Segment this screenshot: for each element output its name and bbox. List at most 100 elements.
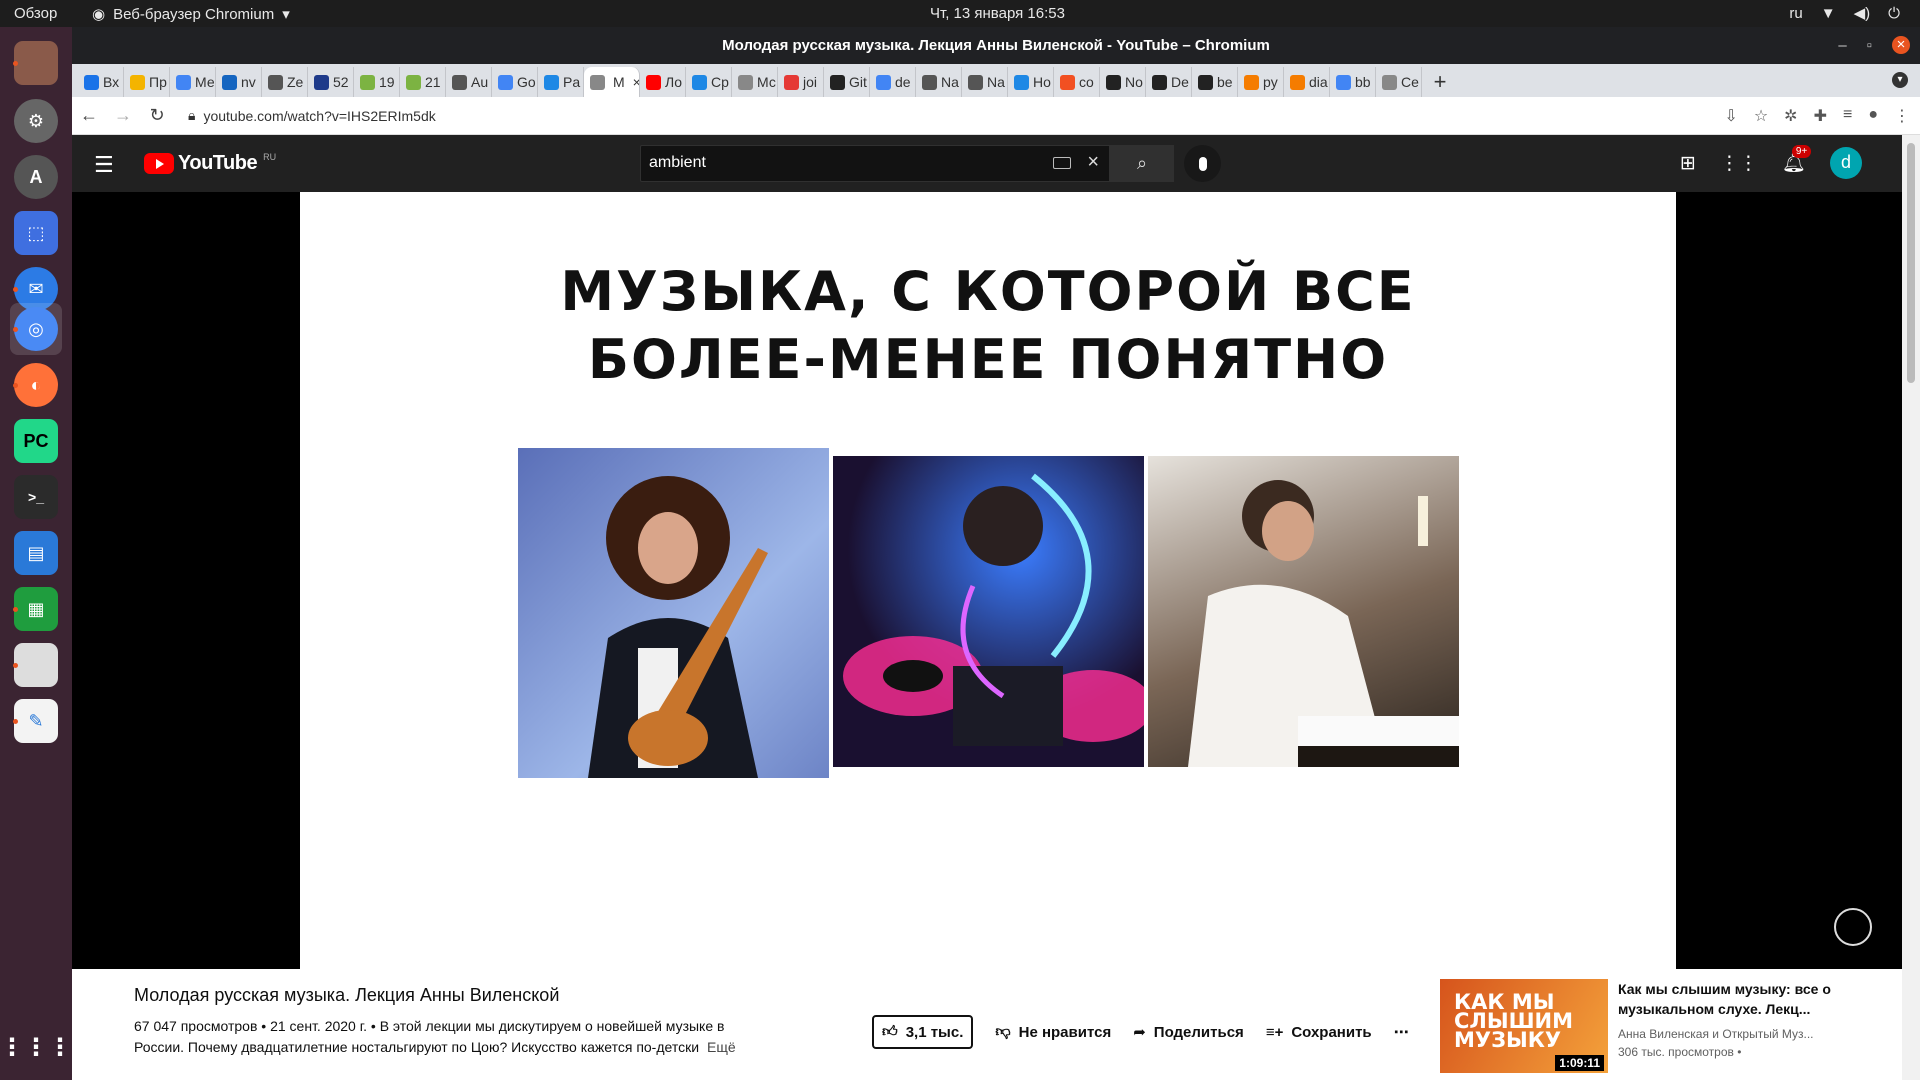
tab-11[interactable]: М× [584, 67, 640, 97]
tab-1[interactable]: Пр [124, 67, 170, 97]
menu-icon[interactable]: ⋮ [1894, 106, 1910, 126]
recommended-thumbnail[interactable]: КАК МЫ СЛЫШИМ МУЗЫКУ 1:09:11 [1440, 979, 1608, 1073]
clear-search-icon[interactable]: × [1087, 151, 1099, 174]
omnibox[interactable]: 🔒︎ youtube.com/watch?v=IHS2ERIm5dk [188, 107, 436, 124]
apps-grid-icon[interactable]: ⋮⋮ [1720, 152, 1758, 175]
voice-search-button[interactable] [1184, 145, 1221, 182]
dock-text-editor[interactable]: ✎ [10, 695, 62, 747]
tab-label: Go [517, 74, 536, 90]
video-player[interactable]: МУЗЫКА, С КОТОРОЙ ВСЕ БОЛЕЕ-МЕНЕЕ ПОНЯТН… [72, 192, 1902, 969]
tab-3[interactable]: nv [216, 67, 262, 97]
tab-22[interactable]: No [1100, 67, 1146, 97]
tab-17[interactable]: de [870, 67, 916, 97]
activities-button[interactable]: Обзор [14, 5, 57, 22]
tab-26[interactable]: dia [1284, 67, 1330, 97]
new-tab-button[interactable]: + [1422, 67, 1458, 97]
dock-settings[interactable]: ⚙ [10, 95, 62, 147]
wifi-icon: ▼ [1820, 4, 1836, 22]
dock-chromium[interactable]: ◎ [10, 303, 62, 355]
tab-13[interactable]: Ср [686, 67, 732, 97]
recommended-title[interactable]: Как мы слышим музыку: все о музыкальном … [1618, 979, 1838, 1019]
app-menu[interactable]: ◉ Веб-браузер Chromium ▾ [92, 5, 290, 24]
tab-9[interactable]: Go [492, 67, 538, 97]
tab-14[interactable]: Мс [732, 67, 778, 97]
install-icon[interactable]: ⇩ [1724, 106, 1737, 126]
tab-6[interactable]: 19 [354, 67, 400, 97]
system-tray[interactable]: ru ▼ ◀) ⏻ [1789, 4, 1900, 23]
avatar[interactable]: d [1830, 147, 1862, 179]
tab-4[interactable]: Ze [262, 67, 308, 97]
chromium-icon: ◎ [14, 307, 58, 351]
like-button[interactable]: 👍︎ 3,1 тыс. [872, 1015, 974, 1049]
back-icon[interactable]: ← [72, 105, 106, 126]
keyboard-layout[interactable]: ru [1789, 5, 1802, 22]
close-tab-icon[interactable]: × [633, 74, 639, 90]
dock-calc[interactable]: ▦ [10, 583, 62, 635]
tab-0[interactable]: Вх [78, 67, 124, 97]
youtube-logo[interactable]: YouTube RU [144, 152, 276, 175]
dock-software[interactable]: A [10, 151, 62, 203]
dock-writer[interactable]: ▤ [10, 527, 62, 579]
tab-favicon-icon [590, 74, 605, 90]
dock-show-apps[interactable]: ⋮⋮⋮ [0, 1021, 72, 1073]
tab-5[interactable]: 52 [308, 67, 354, 97]
more-actions-button[interactable]: ⋯ [1394, 1023, 1409, 1041]
hamburger-menu-icon[interactable]: ☰ [94, 152, 114, 178]
share-button[interactable]: ➦ Поделиться [1133, 1023, 1244, 1042]
tab-28[interactable]: Се [1376, 67, 1422, 97]
miniplayer-icon[interactable] [1834, 908, 1872, 946]
dock-screenshot[interactable]: ⬚ [10, 207, 62, 259]
close-window-button[interactable]: × [1892, 36, 1910, 54]
tab-7[interactable]: 21 [400, 67, 446, 97]
minimize-icon[interactable]: – [1838, 27, 1846, 64]
search-button[interactable]: ⌕ [1110, 145, 1174, 182]
recommended-channel[interactable]: Анна Виленская и Открытый Муз... [1618, 1025, 1838, 1043]
tab-20[interactable]: Но [1008, 67, 1054, 97]
tab-18[interactable]: Na [916, 67, 962, 97]
tab-search-button[interactable]: ▾ [1892, 72, 1908, 88]
profile-icon[interactable]: ● [1868, 106, 1878, 126]
dislike-button[interactable]: 👎︎ Не нравится [995, 1023, 1111, 1041]
tab-25[interactable]: py [1238, 67, 1284, 97]
more-icon: ⋯ [1393, 1024, 1409, 1041]
dock-terminal[interactable]: >_ [10, 471, 62, 523]
tab-19[interactable]: Na [962, 67, 1008, 97]
chromium-icon: ◉ [92, 6, 106, 23]
bookmark-star-icon[interactable]: ☆ [1754, 106, 1768, 126]
recommended-views: 306 тыс. просмотров • [1618, 1045, 1742, 1059]
media-icon[interactable]: ≡ [1843, 106, 1852, 126]
tab-label: dia [1309, 74, 1328, 90]
video-description[interactable]: 67 047 просмотров • 21 сент. 2020 г. • В… [134, 1016, 754, 1058]
create-video-icon[interactable]: ⊞ [1680, 152, 1696, 175]
extension-icon[interactable]: ✲ [1784, 106, 1797, 126]
tab-2[interactable]: Ме [170, 67, 216, 97]
search-input[interactable]: ambient × [640, 145, 1110, 182]
tab-favicon-icon [360, 74, 375, 90]
maximize-icon[interactable]: ▫ [1867, 27, 1872, 64]
tab-8[interactable]: Au [446, 67, 492, 97]
puzzle-icon[interactable]: ✚ [1814, 106, 1827, 126]
tab-label: No [1125, 74, 1143, 90]
dock-pycharm[interactable]: PC [10, 415, 62, 467]
dock-files[interactable] [10, 639, 62, 691]
tab-23[interactable]: De [1146, 67, 1192, 97]
tab-27[interactable]: bb [1330, 67, 1376, 97]
keyboard-icon[interactable] [1053, 157, 1071, 169]
forward-icon[interactable]: → [106, 105, 140, 126]
notifications-button[interactable]: 🔔︎ 9+ [1782, 145, 1812, 175]
dock-files-app[interactable] [10, 37, 62, 89]
tab-21[interactable]: co [1054, 67, 1100, 97]
dock-firefox[interactable]: ◐ [10, 359, 62, 411]
page-scrollbar[interactable] [1902, 135, 1920, 1080]
tab-label: Na [941, 74, 959, 90]
save-button[interactable]: ≡+ Сохранить [1266, 1024, 1372, 1041]
tab-10[interactable]: Pa [538, 67, 584, 97]
scrollbar-thumb[interactable] [1907, 143, 1915, 383]
tab-12[interactable]: Ло [640, 67, 686, 97]
tab-15[interactable]: joi [778, 67, 824, 97]
show-more-link[interactable]: Ещё [707, 1039, 736, 1055]
clock[interactable]: Чт, 13 января 16:53 [930, 5, 1065, 22]
reload-icon[interactable]: ↻ [140, 105, 174, 126]
tab-24[interactable]: be [1192, 67, 1238, 97]
tab-16[interactable]: Git [824, 67, 870, 97]
